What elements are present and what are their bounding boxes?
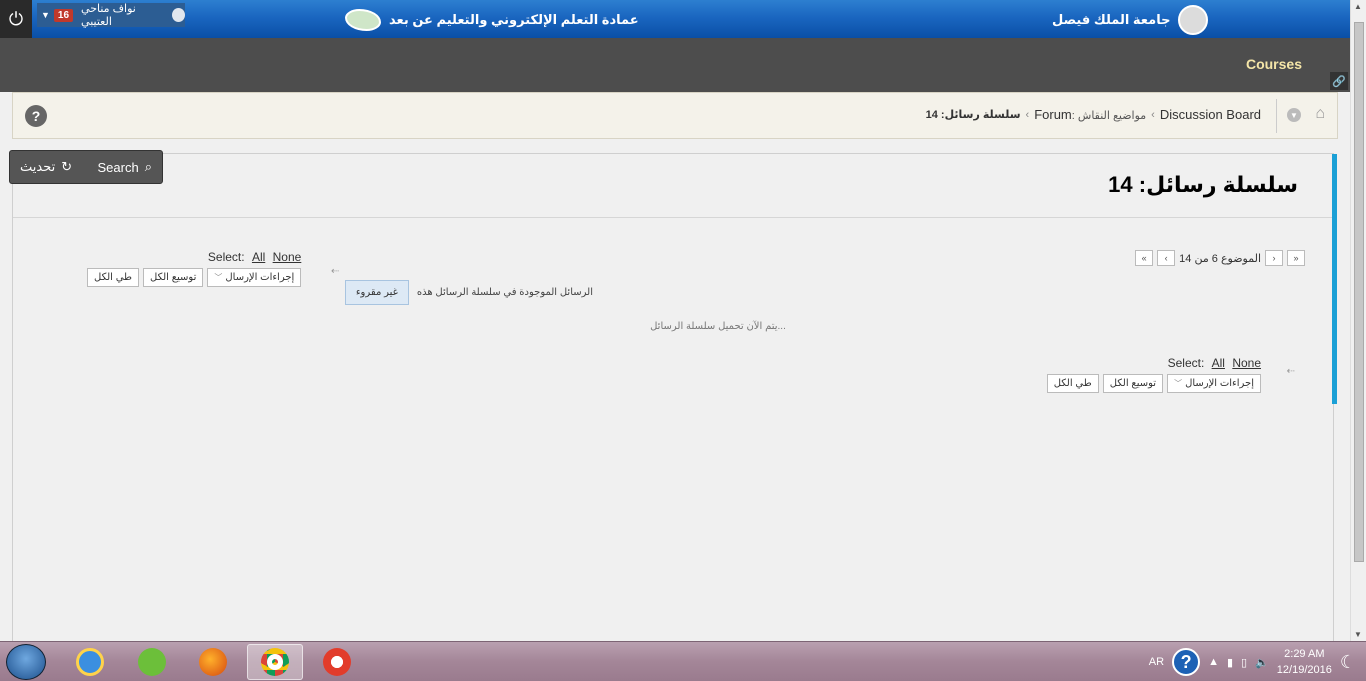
home-icon[interactable]: ⌂ bbox=[1315, 105, 1325, 123]
university-header: جامعة الملك فيصل bbox=[1052, 5, 1209, 35]
vertical-scrollbar[interactable]: ▲ ▼ bbox=[1350, 0, 1366, 641]
thread-actions-button[interactable]: ﹀ إجراءات الإرسال bbox=[207, 268, 302, 287]
user-icon bbox=[171, 8, 185, 22]
show-hidden-icons-icon[interactable]: ▲ bbox=[1208, 656, 1219, 668]
help-icon[interactable]: ? bbox=[1172, 648, 1201, 676]
breadcrumb-separator-icon: ‹ bbox=[1025, 108, 1030, 121]
taskbar-app-ie[interactable] bbox=[62, 644, 118, 680]
accent-bar bbox=[1332, 154, 1337, 404]
taskbar-app-firefox[interactable] bbox=[185, 644, 241, 680]
search-icon: ⌕ bbox=[144, 159, 152, 174]
content-panel: سلسلة رسائل: 14 « ‹ الموضوع 6 من 14 › » … bbox=[12, 153, 1337, 641]
firefox-icon bbox=[199, 648, 227, 676]
unread-text: الرسائل الموجودة في سلسلة الرسائل هذه bbox=[416, 287, 593, 298]
courses-bar: Courses 🔗 bbox=[0, 38, 1350, 92]
battery-icon[interactable]: ▯ bbox=[1241, 656, 1247, 669]
chrome-icon bbox=[261, 648, 289, 676]
collapse-all-button[interactable]: طي الكل bbox=[87, 268, 139, 287]
select-controls-top: Select: All None طي الكل توسيع الكل ﹀ إج… bbox=[87, 250, 302, 287]
clock-time: 2:29 AM bbox=[1284, 648, 1325, 660]
tree-connector-icon: ⇠ bbox=[1286, 366, 1295, 377]
utorrent-icon bbox=[138, 648, 166, 676]
thread-actions-label: إجراءات الإرسال bbox=[225, 272, 295, 283]
breadcrumb-forum-topics[interactable]: : مواضيع النقاش bbox=[1072, 110, 1146, 122]
taskbar-app-opera[interactable] bbox=[309, 644, 365, 680]
search-label: Search bbox=[97, 159, 139, 175]
select-all-link[interactable]: All bbox=[1212, 356, 1225, 370]
scroll-down-icon[interactable]: ▼ bbox=[1354, 630, 1362, 639]
search-button[interactable]: Search ⌕ bbox=[98, 159, 152, 175]
network-icon[interactable]: ▮ bbox=[1227, 656, 1233, 669]
expand-all-button[interactable]: توسيع الكل bbox=[143, 268, 204, 287]
breadcrumb-forum[interactable]: Forum: مواضيع النقاش bbox=[1034, 107, 1146, 122]
last-page-icon[interactable]: » bbox=[1287, 250, 1305, 266]
breadcrumb-separator-icon: ‹ bbox=[1151, 108, 1155, 121]
refresh-icon: ↻ bbox=[61, 159, 73, 174]
language-indicator[interactable]: AR bbox=[1149, 656, 1164, 668]
moon-icon[interactable]: ☾ bbox=[1340, 652, 1356, 673]
unread-row: غير مقروء الرسائل الموجودة في سلسلة الرس… bbox=[344, 280, 593, 305]
deanship-logo-icon bbox=[345, 9, 381, 31]
refresh-label: تحديث bbox=[20, 159, 56, 174]
chevron-down-icon[interactable]: ▼ bbox=[1287, 108, 1301, 122]
scroll-up-icon[interactable]: ▲ bbox=[1354, 2, 1362, 11]
taskbar-app-chrome[interactable] bbox=[247, 644, 303, 680]
chevron-down-icon: ﹀ bbox=[214, 273, 223, 282]
thread-actions-button[interactable]: ﹀ إجراءات الإرسال bbox=[1167, 374, 1261, 393]
previous-page-icon[interactable]: ‹ bbox=[1157, 250, 1176, 266]
chevron-down-icon: ﹀ bbox=[1174, 379, 1183, 388]
select-all-link[interactable]: All bbox=[252, 250, 265, 264]
select-none-link[interactable]: None bbox=[273, 250, 302, 264]
tree-connector-icon: ⇠ bbox=[331, 266, 340, 277]
link-icon[interactable]: 🔗 bbox=[1330, 72, 1348, 90]
power-icon[interactable]: ⏻ bbox=[0, 0, 32, 38]
help-icon[interactable]: ? bbox=[25, 105, 47, 127]
page-title: سلسلة رسائل: 14 bbox=[1108, 172, 1298, 197]
page-tools: تحديث ↻ Search ⌕ bbox=[9, 150, 163, 184]
user-menu[interactable]: ▼ 16 نواف مناحي العتيبي bbox=[37, 2, 185, 28]
expand-all-button[interactable]: توسيع الكل bbox=[1102, 374, 1164, 393]
scrollbar-thumb[interactable] bbox=[1354, 22, 1364, 562]
select-label: Select: bbox=[1167, 356, 1205, 370]
select-label: Select: bbox=[207, 250, 245, 264]
browser-icon bbox=[323, 648, 351, 676]
university-name: جامعة الملك فيصل bbox=[1052, 12, 1171, 27]
page-header: سلسلة رسائل: 14 bbox=[13, 154, 1333, 218]
taskbar-app-utorrent[interactable] bbox=[124, 644, 180, 680]
pager-position: الموضوع 6 من 14 bbox=[1179, 252, 1261, 265]
user-name[interactable]: نواف مناحي العتيبي bbox=[81, 2, 164, 28]
breadcrumb: ? سلسلة رسائل: 14 ‹ Forum: مواضيع النقاش… bbox=[12, 92, 1338, 139]
select-none-link[interactable]: None bbox=[1232, 356, 1261, 370]
clock[interactable]: 2:29 AM 12/19/2016 bbox=[1277, 646, 1332, 678]
clock-date: 12/19/2016 bbox=[1276, 664, 1332, 676]
top-banner: ⏻ ▼ 16 نواف مناحي العتيبي عمادة التعلم ا… bbox=[0, 0, 1350, 38]
deanship-header: عمادة التعلم الإلكتروني والتعليم عن بعد bbox=[345, 9, 639, 31]
thread-pager: « ‹ الموضوع 6 من 14 › » bbox=[1135, 250, 1305, 266]
select-controls-bottom: Select: All None طي الكل توسيع الكل ﹀ إج… bbox=[1046, 356, 1261, 393]
collapse-all-button[interactable]: طي الكل bbox=[1046, 374, 1099, 393]
first-page-icon[interactable]: « bbox=[1135, 250, 1154, 266]
taskbar: AR ? ▲ ▮ ▯ 🔈 2:29 AM 12/19/2016 ☾ bbox=[0, 641, 1366, 681]
next-page-icon[interactable]: › bbox=[1265, 250, 1283, 266]
volume-icon[interactable]: 🔈 bbox=[1255, 656, 1269, 669]
divider bbox=[1276, 99, 1277, 133]
breadcrumb-current: سلسلة رسائل: 14 bbox=[925, 109, 1021, 121]
chevron-down-icon[interactable]: ▼ bbox=[41, 10, 50, 20]
tab-courses[interactable]: Courses bbox=[1246, 56, 1302, 72]
university-seal-icon bbox=[1178, 5, 1209, 35]
breadcrumb-discussion-board[interactable]: Discussion Board bbox=[1160, 107, 1261, 122]
refresh-button[interactable]: تحديث ↻ bbox=[20, 159, 72, 175]
deanship-title: عمادة التعلم الإلكتروني والتعليم عن بعد bbox=[389, 12, 639, 27]
internet-explorer-icon bbox=[76, 648, 104, 676]
loading-message: يتم الآن تحميل سلسلة الرسائل... bbox=[650, 321, 786, 332]
system-tray: AR ? ▲ ▮ ▯ 🔈 2:29 AM 12/19/2016 ☾ bbox=[1149, 642, 1366, 681]
breadcrumb-forum-label[interactable]: Forum bbox=[1034, 107, 1072, 122]
thread-actions-label: إجراءات الإرسال bbox=[1185, 378, 1254, 389]
start-button[interactable] bbox=[6, 644, 46, 680]
notification-badge[interactable]: 16 bbox=[53, 8, 74, 22]
unread-button[interactable]: غير مقروء bbox=[344, 280, 409, 305]
